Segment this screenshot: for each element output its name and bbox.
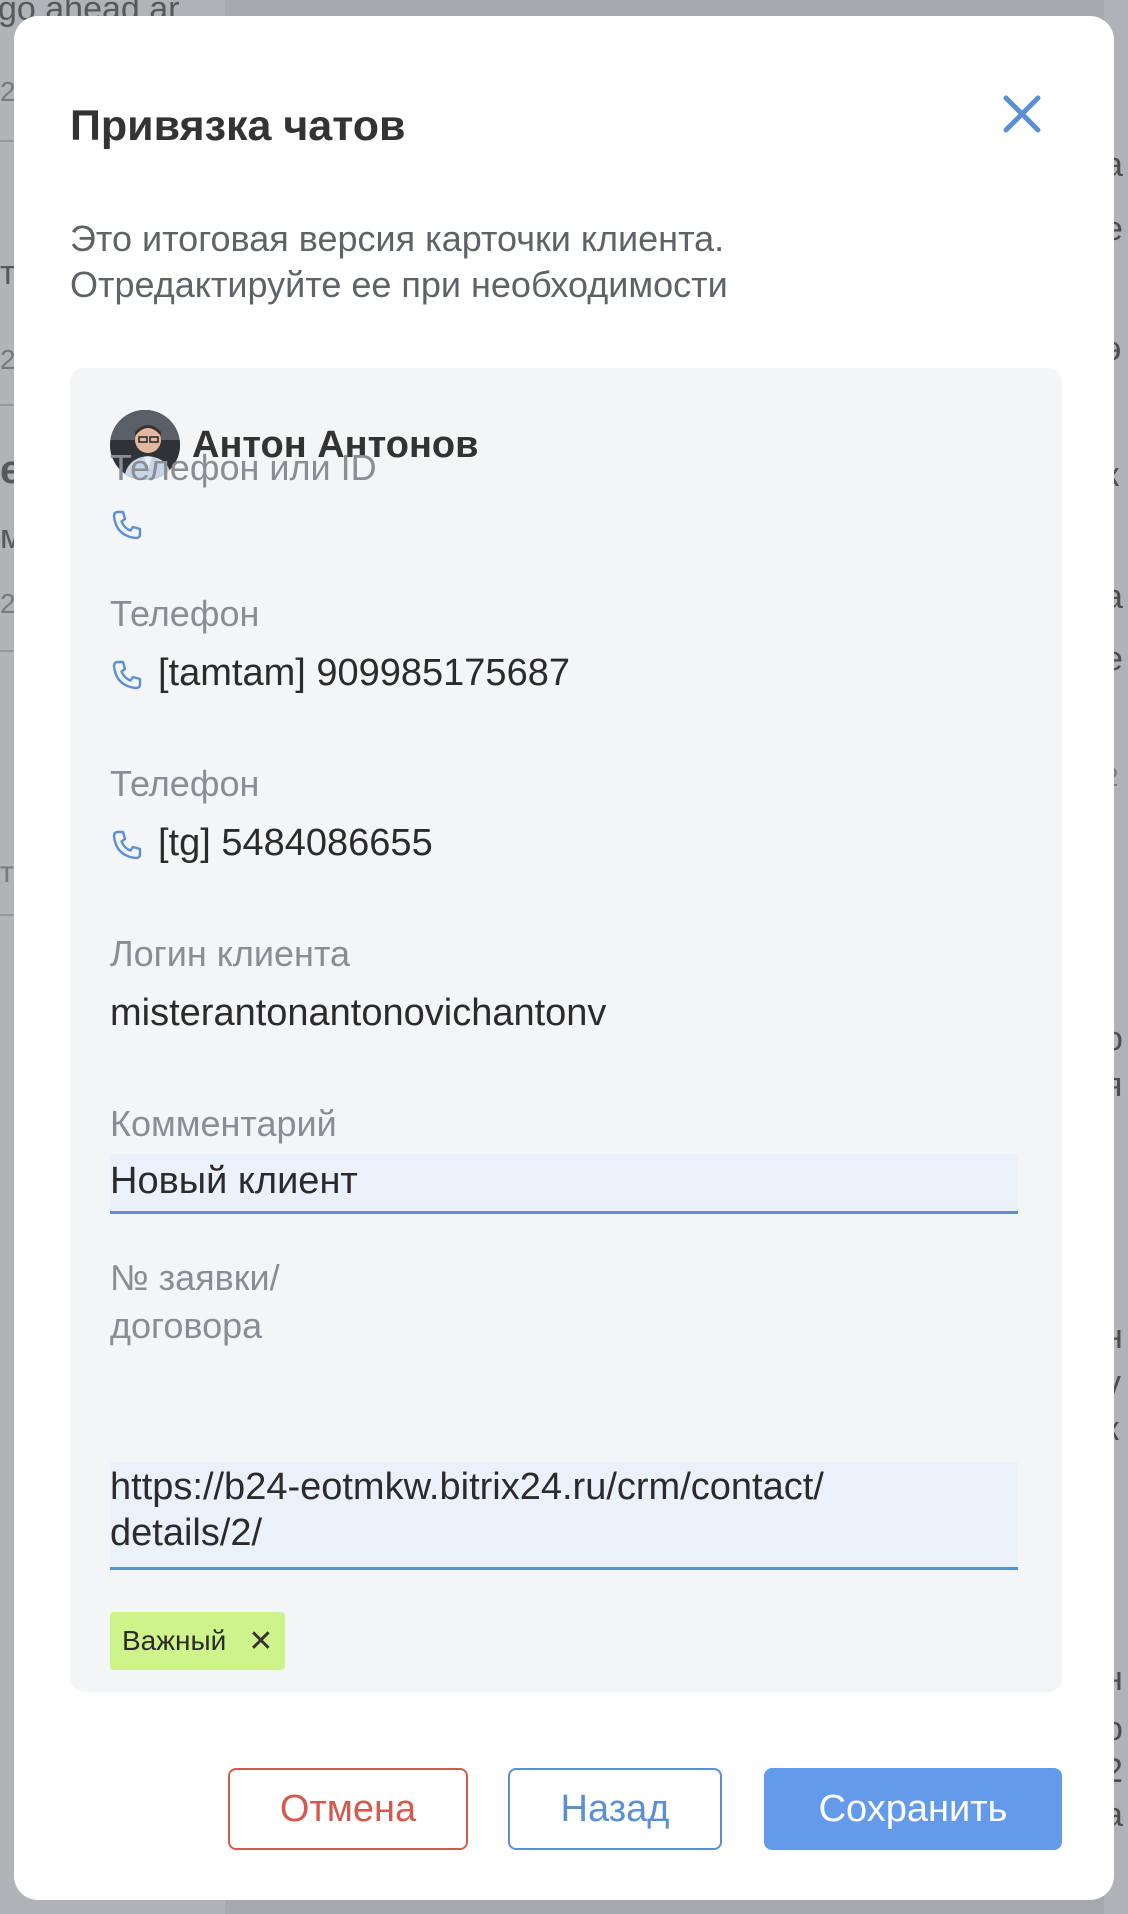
dialog-description: Это итоговая версия карточки клиента. От… [70, 216, 970, 308]
tag-label: Важный [122, 1625, 227, 1656]
close-icon [1003, 95, 1041, 133]
order-number-label-line: договора [110, 1305, 263, 1346]
order-number-label-line: № заявки/ [110, 1257, 280, 1298]
link-chats-dialog: Привязка чатов Это итоговая версия карто… [14, 16, 1114, 1900]
phone-icon [112, 830, 142, 860]
comment-label: Комментарий [110, 1103, 337, 1144]
phone-icon [112, 510, 142, 540]
order-number-input-line: details/2/ [110, 1512, 263, 1554]
login-label: Логин клиента [110, 933, 351, 974]
dialog-description-line: Это итоговая версия карточки клиента. [70, 218, 725, 259]
field-label-text: Телефон или ID [110, 447, 377, 488]
phone-or-id-label: Телефон или ID [110, 444, 377, 492]
phone-icon [112, 660, 142, 690]
dialog-title: Привязка чатов [70, 102, 406, 150]
order-number-label: № заявки/ договора [110, 1254, 280, 1350]
order-number-input[interactable]: https://b24-eotmkw.bitrix24.ru/crm/conta… [110, 1462, 1018, 1570]
tag-remove-icon[interactable]: ✕ [248, 1624, 273, 1659]
comment-input-value: Новый клиент [110, 1160, 358, 1202]
phone-value[interactable]: [tamtam] 909985175687 [158, 652, 570, 695]
dialog-description-line: Отредактируйте ее при необходимости [70, 264, 728, 305]
login-value: misterantonantonovichantonv [110, 992, 607, 1034]
phone-label: Телефон [110, 763, 260, 804]
client-card: Антон Антонов Телефон или ID Телефон [ta… [70, 368, 1062, 1692]
save-button[interactable]: Сохранить [764, 1768, 1062, 1850]
close-button[interactable] [994, 86, 1050, 142]
phone-label: Телефон [110, 593, 260, 634]
tag-important: Важный ✕ [110, 1612, 286, 1670]
comment-input[interactable]: Новый клиент [110, 1154, 1018, 1214]
order-number-input-line: https://b24-eotmkw.bitrix24.ru/crm/conta… [110, 1466, 824, 1508]
back-button[interactable]: Назад [508, 1768, 722, 1850]
cancel-button[interactable]: Отмена [228, 1768, 468, 1850]
phone-value[interactable]: [tg] 5484086655 [158, 822, 433, 865]
